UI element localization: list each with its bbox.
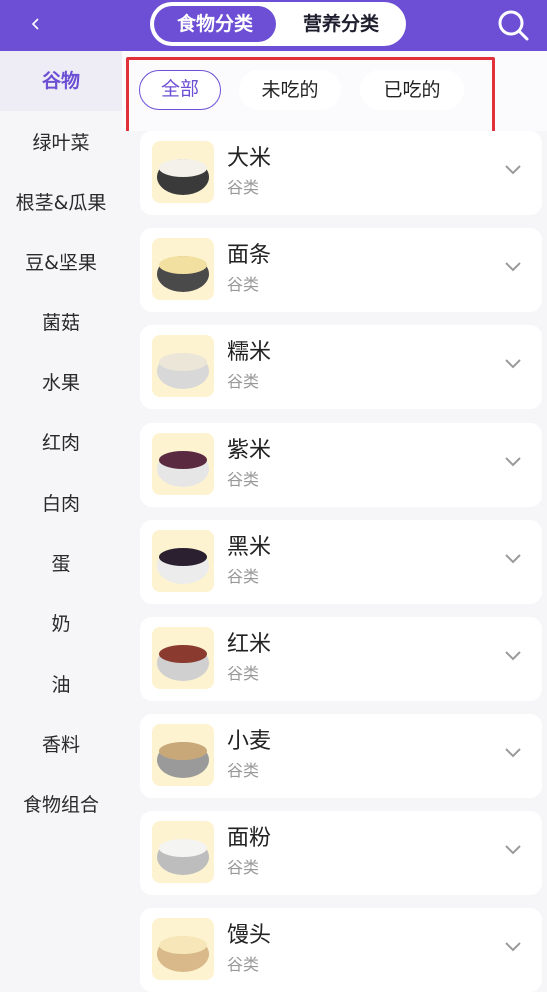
- sidebar-item-white-meat[interactable]: 白肉: [0, 474, 122, 534]
- food-card-flour[interactable]: 面粉 谷类: [140, 811, 542, 895]
- grains: [159, 936, 207, 954]
- food-category: 谷类: [227, 858, 260, 877]
- food-thumbnail: [152, 335, 214, 397]
- top-bar: 食物分类 营养分类: [0, 0, 547, 51]
- sidebar-item-roots-melons[interactable]: 根茎&瓜果: [0, 173, 122, 233]
- chevron-down-icon[interactable]: [504, 649, 522, 661]
- search-icon[interactable]: [496, 8, 530, 42]
- food-category: 谷类: [227, 955, 260, 974]
- food-card-steamed-bun[interactable]: 馒头 谷类: [140, 908, 542, 992]
- food-name: 小麦: [227, 729, 272, 754]
- food-category: 谷类: [227, 372, 260, 391]
- food-name: 面粉: [227, 826, 272, 851]
- food-thumbnail: [152, 724, 214, 786]
- food-category: 谷类: [227, 567, 260, 586]
- food-list: 大米 谷类 面条 谷类 糯米 谷类 紫米 谷类 黑米 谷类 红米 谷类 小麦 谷…: [122, 131, 547, 992]
- food-card-rice[interactable]: 大米 谷类: [140, 131, 542, 215]
- sidebar-item-mushrooms[interactable]: 菌菇: [0, 293, 122, 353]
- category-sidebar: 谷物 绿叶菜 根茎&瓜果 豆&坚果 菌菇 水果 红肉 白肉 蛋 奶 油 香料 食…: [0, 51, 122, 974]
- grains: [159, 645, 207, 663]
- sidebar-item-grains[interactable]: 谷物: [0, 51, 122, 111]
- grains: [159, 742, 207, 760]
- food-name: 面条: [227, 243, 272, 268]
- food-category: 谷类: [227, 470, 260, 489]
- food-thumbnail: [152, 238, 214, 300]
- sidebar-item-eggs[interactable]: 蛋: [0, 534, 122, 594]
- grains: [159, 451, 207, 469]
- food-name: 黑米: [227, 535, 272, 560]
- food-category: 谷类: [227, 761, 260, 780]
- category-type-switch: 食物分类 营养分类: [150, 2, 406, 46]
- food-thumbnail: [152, 627, 214, 689]
- food-card-noodles[interactable]: 面条 谷类: [140, 228, 542, 312]
- sidebar-item-oil[interactable]: 油: [0, 655, 122, 715]
- chevron-down-icon[interactable]: [504, 357, 522, 369]
- chevron-left-icon[interactable]: [26, 12, 46, 36]
- sidebar-item-beans-nuts[interactable]: 豆&坚果: [0, 233, 122, 293]
- food-thumbnail: [152, 530, 214, 592]
- food-category: 谷类: [227, 275, 260, 294]
- tab-food-category[interactable]: 食物分类: [154, 6, 276, 42]
- grains: [159, 548, 207, 566]
- sidebar-item-red-meat[interactable]: 红肉: [0, 413, 122, 473]
- chevron-down-icon[interactable]: [504, 843, 522, 855]
- sidebar-item-food-combos[interactable]: 食物组合: [0, 775, 122, 835]
- food-category: 谷类: [227, 664, 260, 683]
- sidebar-item-milk[interactable]: 奶: [0, 594, 122, 654]
- food-thumbnail: [152, 141, 214, 203]
- food-card-red-rice[interactable]: 红米 谷类: [140, 617, 542, 701]
- food-name: 馒头: [227, 923, 272, 948]
- food-thumbnail: [152, 918, 214, 980]
- food-name: 大米: [227, 146, 272, 171]
- sidebar-item-leafy-greens[interactable]: 绿叶菜: [0, 113, 122, 173]
- chevron-down-icon[interactable]: [504, 940, 522, 952]
- food-thumbnail: [152, 821, 214, 883]
- food-category: 谷类: [227, 178, 260, 197]
- chevron-down-icon[interactable]: [504, 163, 522, 175]
- food-card-glutinous-rice[interactable]: 糯米 谷类: [140, 325, 542, 409]
- food-thumbnail: [152, 433, 214, 495]
- grains: [159, 159, 207, 177]
- chevron-down-icon[interactable]: [504, 455, 522, 467]
- food-name: 紫米: [227, 438, 272, 463]
- food-name: 红米: [227, 632, 272, 657]
- grains: [159, 256, 207, 274]
- sidebar-item-spices[interactable]: 香料: [0, 715, 122, 775]
- tab-nutrition-category[interactable]: 营养分类: [280, 6, 402, 42]
- chevron-down-icon[interactable]: [504, 746, 522, 758]
- food-card-black-rice[interactable]: 黑米 谷类: [140, 520, 542, 604]
- food-name: 糯米: [227, 340, 272, 365]
- chevron-down-icon[interactable]: [504, 260, 522, 272]
- annotation-highlight-box: [126, 57, 495, 135]
- grains: [159, 839, 207, 857]
- food-card-purple-rice[interactable]: 紫米 谷类: [140, 423, 542, 507]
- food-card-wheat[interactable]: 小麦 谷类: [140, 714, 542, 798]
- grains: [159, 353, 207, 371]
- chevron-down-icon[interactable]: [504, 552, 522, 564]
- sidebar-item-fruits[interactable]: 水果: [0, 353, 122, 413]
